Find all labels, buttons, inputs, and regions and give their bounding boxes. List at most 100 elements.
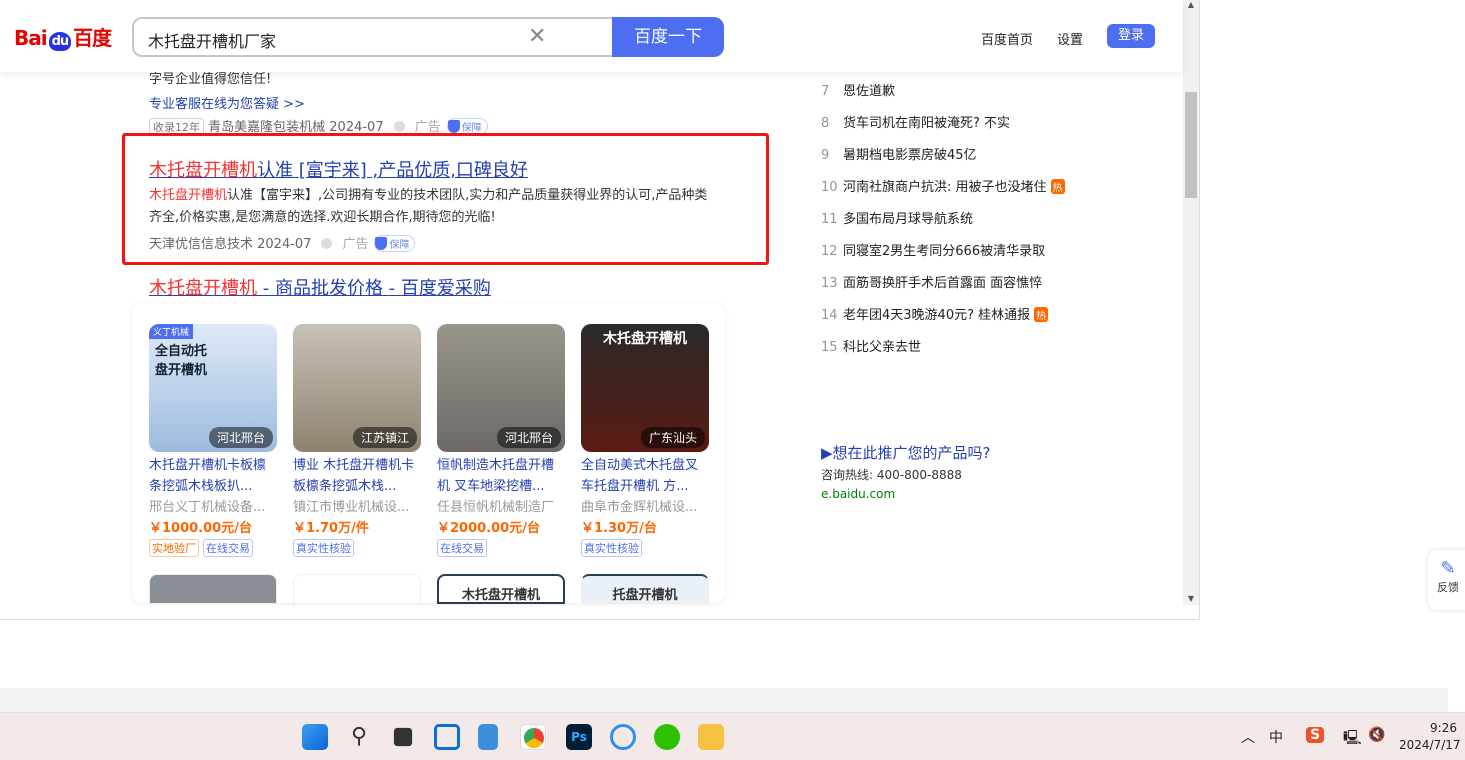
location-label: 河北邢台 xyxy=(208,427,273,448)
hot-search-item[interactable]: 8 货车司机在南阳被淹死? 不实 xyxy=(821,112,1010,131)
aicaigou-title-link[interactable]: 木托盘开槽机 - 商品批发价格 - 百度爱采购 xyxy=(149,274,491,300)
clock-time[interactable]: 9:26 xyxy=(1430,721,1457,735)
product-card[interactable]: 木托盘开槽机广东汕头 全自动美式木托盘叉车托盘开槽机 方... 曲阜市金辉机械设… xyxy=(581,324,709,557)
tag: 在线交易 xyxy=(437,539,487,557)
ad-label: 广告 xyxy=(342,237,369,252)
shop-name[interactable]: 镇江市博业机械设... xyxy=(293,497,421,518)
hot-search-item[interactable]: 9 暑期档电影票房破45亿 xyxy=(821,144,977,163)
sogou-ime-icon[interactable]: S xyxy=(1306,727,1325,743)
hot-badge: 热 xyxy=(1050,179,1065,194)
hot-title[interactable]: 面筋哥换肝手术后首露面 面容憔悴 xyxy=(843,276,1042,291)
notepad-icon[interactable] xyxy=(478,724,498,750)
widgets-icon[interactable] xyxy=(434,724,460,750)
service-link[interactable]: 专业客服在线为您答疑 >> xyxy=(149,93,305,112)
product-title[interactable]: 全自动美式木托盘叉车托盘开槽机 方... xyxy=(581,455,709,497)
location-label: 江苏镇江 xyxy=(352,427,417,448)
hot-search-item[interactable]: 12 同寝室2男生考同分666被清华录取 xyxy=(821,240,1045,259)
product-image[interactable]: 托盘开槽机 xyxy=(581,574,709,604)
image-caption: 木托盘开槽机 xyxy=(603,331,687,347)
settings-link[interactable]: 设置 xyxy=(1057,29,1083,48)
scrollbar-thumb[interactable] xyxy=(1185,92,1197,198)
rank-number: 13 xyxy=(821,276,838,291)
hot-title[interactable]: 同寝室2男生考同分666被清华录取 xyxy=(843,244,1045,259)
sogou-browser-icon[interactable] xyxy=(610,724,636,750)
product-title[interactable]: 木托盘开槽机卡板檩条挖弧木栈板扒... xyxy=(149,455,277,497)
promo-phone: 咨询热线: 400-800-8888 xyxy=(821,468,962,482)
feedback-button[interactable]: ✎ 反馈 xyxy=(1428,550,1465,610)
rank-number: 11 xyxy=(821,212,838,227)
shield-icon xyxy=(447,120,460,133)
windows-start-icon[interactable] xyxy=(302,724,328,750)
volume-muted-icon[interactable]: 🔇 xyxy=(1368,727,1385,743)
hot-title[interactable]: 多国布局月球导航系统 xyxy=(843,212,973,227)
promo-site[interactable]: e.baidu.com xyxy=(821,487,895,501)
product-card[interactable]: 江苏镇江 博业 木托盘开槽机卡板檩条挖弧木栈... 镇江市博业机械设... ￥1… xyxy=(293,324,421,557)
product-price: ￥2000.00元/台 xyxy=(437,521,540,536)
wechat-icon[interactable] xyxy=(654,724,680,750)
tag: 实地验厂 xyxy=(149,539,199,557)
clock-date[interactable]: 2024/7/17 xyxy=(1399,738,1461,752)
product-image[interactable] xyxy=(149,574,277,604)
login-button[interactable]: 登录 xyxy=(1107,24,1155,48)
product-image[interactable] xyxy=(293,574,421,604)
hot-search-item[interactable]: 13 面筋哥换肝手术后首露面 面容憔悴 xyxy=(821,272,1042,291)
image-caption: 全自动托盘开槽机 xyxy=(155,344,208,378)
product-image[interactable]: 河北邢台 xyxy=(437,324,565,452)
product-title[interactable]: 恒帆制造木托盘开槽机 叉车地梁挖槽... xyxy=(437,455,565,497)
chrome-icon[interactable] xyxy=(520,724,546,750)
hot-title[interactable]: 老年团4天3晚游40元? 桂林通报 xyxy=(843,308,1030,323)
photoshop-icon[interactable]: Ps xyxy=(566,724,592,750)
hot-search-item[interactable]: 7 恩佐道歉 xyxy=(821,80,895,99)
product-title[interactable]: 博业 木托盘开槽机卡板檩条挖弧木栈... xyxy=(293,455,421,497)
task-view-icon[interactable] xyxy=(393,727,413,747)
search-icon[interactable]: ⚲ xyxy=(346,724,372,750)
hot-search-item[interactable]: 11 多国布局月球导航系统 xyxy=(821,208,973,227)
product-image[interactable]: 木托盘开槽机广东汕头 xyxy=(581,324,709,452)
feedback-label: 反馈 xyxy=(1437,581,1459,594)
scrollbar[interactable]: ▲ ▼ xyxy=(1183,0,1199,605)
tag: 在线交易 xyxy=(203,539,253,557)
product-image[interactable]: 木托盘开槽机 xyxy=(437,574,565,604)
guarantee-label: 保障 xyxy=(389,240,410,251)
shop-name[interactable]: 任县恒帆机械制造厂 xyxy=(437,497,565,518)
clear-icon[interactable]: ✕ xyxy=(528,24,546,49)
rank-number: 10 xyxy=(821,180,838,195)
file-explorer-icon[interactable] xyxy=(698,724,724,750)
hot-title[interactable]: 河南社旗商户抗洪: 用被子也没堵住 xyxy=(843,180,1047,195)
tag: 真实性核验 xyxy=(581,539,642,557)
guarantee-badge[interactable]: 保障 xyxy=(374,235,416,252)
location-label: 广东汕头 xyxy=(640,427,705,448)
product-image[interactable]: 江苏镇江 xyxy=(293,324,421,452)
shop-name[interactable]: 曲阜市金辉机械设... xyxy=(581,497,709,518)
baidu-logo[interactable]: Bai du 百度 xyxy=(14,22,112,51)
search-button[interactable]: 百度一下 xyxy=(612,17,724,57)
promo-link[interactable]: ▶想在此推广您的产品吗? xyxy=(821,442,991,463)
location-label: 河北邢台 xyxy=(496,427,561,448)
product-card[interactable]: 全自动托盘开槽机 义丁机械 河北邢台 木托盘开槽机卡板檩条挖弧木栈板扒... 邢台义… xyxy=(149,324,277,557)
rank-number: 8 xyxy=(821,116,830,131)
home-link[interactable]: 百度首页 xyxy=(981,29,1033,48)
product-image[interactable]: 全自动托盘开槽机 义丁机械 河北邢台 xyxy=(149,324,277,452)
more-icon[interactable] xyxy=(321,238,333,249)
taskbar: ⚲ Ps ︿ 中 S 🖳 🔇 9:26 2024/7/17 xyxy=(0,712,1465,760)
shop-name[interactable]: 邢台义丁机械设备... xyxy=(149,497,277,518)
hot-title[interactable]: 恩佐道歉 xyxy=(843,84,895,99)
hot-title[interactable]: 货车司机在南阳被淹死? 不实 xyxy=(843,116,1010,131)
rank-number: 9 xyxy=(821,148,830,163)
hot-search-item[interactable]: 10 河南社旗商户抗洪: 用被子也没堵住热 xyxy=(821,176,1065,195)
hot-search-item[interactable]: 14 老年团4天3晚游40元? 桂林通报热 xyxy=(821,304,1049,323)
more-icon[interactable] xyxy=(393,121,405,132)
ime-indicator[interactable]: 中 xyxy=(1269,727,1283,747)
title-keyword: 木托盘开槽机 xyxy=(149,278,257,299)
desc-keyword: 木托盘开槽机 xyxy=(149,188,228,203)
hot-title[interactable]: 科比父亲去世 xyxy=(843,340,921,355)
product-card[interactable]: 河北邢台 恒帆制造木托盘开槽机 叉车地梁挖槽... 任县恒帆机械制造厂 ￥200… xyxy=(437,324,565,557)
network-icon[interactable]: 🖳 xyxy=(1343,727,1362,751)
hot-search-item[interactable]: 15 科比父亲去世 xyxy=(821,336,921,355)
rank-number: 12 xyxy=(821,244,838,259)
ad-title-link[interactable]: 木托盘开槽机认准 [富宇来] ,产品优质,口碑良好 xyxy=(149,156,528,182)
chevron-up-icon[interactable]: ︿ xyxy=(1241,727,1255,747)
product-price: ￥1000.00元/台 xyxy=(149,521,252,536)
hot-title[interactable]: 暑期档电影票房破45亿 xyxy=(843,148,977,163)
title-rest: 认准 [富宇来] ,产品优质,口碑良好 xyxy=(257,160,528,181)
